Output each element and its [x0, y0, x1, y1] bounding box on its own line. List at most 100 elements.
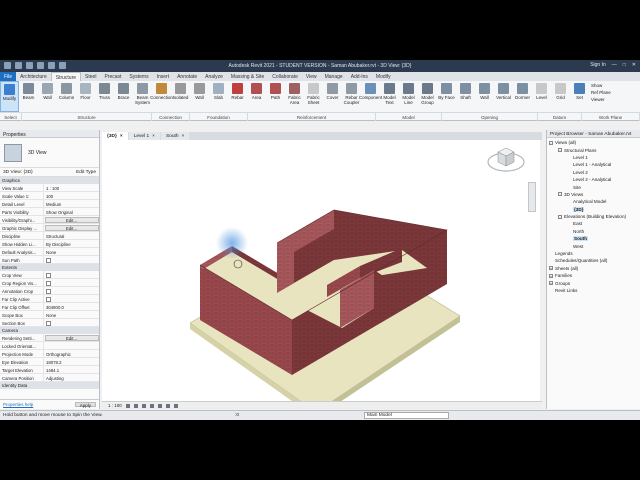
browser-node[interactable]: Revit Links	[549, 287, 638, 294]
expand-icon[interactable]: +	[549, 281, 553, 286]
checkbox[interactable]	[46, 257, 51, 263]
sun-path-icon[interactable]	[141, 403, 146, 408]
tab-modify[interactable]: Modify	[372, 72, 395, 81]
beam-button[interactable]: Beam	[19, 81, 38, 112]
property-value[interactable]: Orthographic	[44, 350, 99, 357]
tab-collaborate[interactable]: Collaborate	[268, 72, 302, 81]
model-line-button[interactable]: Model Line	[399, 81, 418, 112]
property-value[interactable]	[44, 287, 99, 294]
browser-node[interactable]: Schedules/Quantities (all)	[549, 257, 638, 264]
collapse-icon[interactable]: -	[549, 140, 553, 145]
view-scale[interactable]: 1 : 100	[108, 403, 122, 408]
property-value[interactable]	[44, 256, 99, 263]
edit-button[interactable]: Edit...	[44, 334, 99, 341]
close-icon[interactable]: ×	[152, 134, 155, 139]
checkbox[interactable]	[46, 320, 51, 326]
tab-add-ins[interactable]: Add-Ins	[347, 72, 372, 81]
cover-button[interactable]: Cover	[323, 81, 342, 112]
wall-button[interactable]: Wall	[38, 81, 57, 112]
checkbox[interactable]	[46, 272, 51, 278]
3d-view-canvas[interactable]	[102, 140, 540, 418]
browser-node[interactable]: North	[549, 228, 638, 235]
tab-analyze[interactable]: Analyze	[201, 72, 227, 81]
grid-button[interactable]: Grid	[551, 81, 570, 112]
instance-filter[interactable]: 3D View: {3D}	[3, 170, 33, 175]
apply-button[interactable]: Apply	[74, 402, 96, 408]
collapse-icon[interactable]: -	[558, 192, 562, 197]
crop-view-icon[interactable]	[157, 403, 162, 408]
property-value[interactable]: 100	[44, 192, 99, 199]
edit-button[interactable]: Edit...	[44, 216, 99, 223]
property-value[interactable]: None	[44, 311, 99, 318]
tab-architecture[interactable]: Architecture	[16, 72, 51, 81]
browser-node[interactable]: {3D}	[549, 206, 638, 213]
work-plane-show[interactable]: Show	[591, 83, 611, 88]
property-value[interactable]: By Discipline	[44, 240, 99, 247]
area-rebar-button[interactable]: Area	[247, 81, 266, 112]
view-tab[interactable]: Level 1 ×	[128, 132, 160, 140]
browser-node[interactable]: Site	[549, 183, 638, 190]
tab-structure[interactable]: Structure	[50, 72, 82, 81]
tab-insert[interactable]: Insert	[153, 72, 174, 81]
shadows-icon[interactable]	[149, 403, 154, 408]
properties-help-link[interactable]: Properties help	[3, 402, 33, 407]
wall-opening-button[interactable]: Wall	[475, 81, 494, 112]
navigation-bar[interactable]	[528, 182, 536, 212]
fabric-area-button[interactable]: Fabric Area	[285, 81, 304, 112]
browser-node[interactable]: East	[549, 220, 638, 227]
browser-node[interactable]: - Elevations (Building Elevation)	[549, 213, 638, 220]
checkbox[interactable]	[46, 288, 51, 294]
truss-button[interactable]: Truss	[95, 81, 114, 112]
property-value[interactable]: 1484.1	[44, 366, 99, 373]
property-value[interactable]: Adjusting	[44, 374, 99, 381]
property-value[interactable]	[44, 295, 99, 302]
level-button[interactable]: Level	[532, 81, 551, 112]
browser-node[interactable]: + Families	[549, 272, 638, 279]
browser-node[interactable]: Level 1 - Analytical	[549, 161, 638, 168]
browser-node[interactable]: South	[549, 235, 638, 242]
visual-style-icon[interactable]	[133, 403, 138, 408]
expand-icon[interactable]: +	[549, 266, 553, 271]
model-group-button[interactable]: Model Group	[418, 81, 437, 112]
property-value[interactable]	[44, 271, 99, 278]
close-icon[interactable]: ×	[182, 134, 185, 139]
connection-button[interactable]: Connection	[150, 81, 173, 112]
rebar-button[interactable]: Rebar	[228, 81, 247, 112]
property-value[interactable]	[44, 279, 99, 286]
view-tab[interactable]: South ×	[160, 132, 190, 140]
maximize-button[interactable]: □	[623, 62, 626, 68]
section-identity-data[interactable]: Identity Data	[0, 382, 99, 389]
browser-node[interactable]: Level 2 - Analytical	[549, 176, 638, 183]
property-value[interactable]: Show Original	[44, 208, 99, 215]
work-plane-viewer[interactable]: Viewer	[591, 97, 611, 102]
browser-node[interactable]: + Groups	[549, 279, 638, 286]
section-graphics[interactable]: Graphics	[0, 177, 99, 184]
isolated-footing-button[interactable]: Isolated	[171, 81, 190, 112]
collapse-icon[interactable]: -	[558, 214, 562, 219]
wall-footing-button[interactable]: Wall	[190, 81, 209, 112]
browser-node[interactable]: -3D Views	[549, 191, 638, 198]
browser-node[interactable]: + Sheets (all)	[549, 265, 638, 272]
fabric-sheet-button[interactable]: Fabric Sheet	[304, 81, 323, 112]
browser-node[interactable]: - Structural Plans	[549, 146, 638, 153]
component-button[interactable]: Component	[359, 81, 382, 112]
type-selector[interactable]: 3D View	[0, 138, 99, 168]
set-button[interactable]: Set	[570, 81, 589, 112]
view-tab[interactable]: {3D} ×	[102, 132, 128, 140]
work-plane-ref-plane[interactable]: Ref Plane	[591, 90, 611, 95]
checkbox[interactable]	[46, 280, 51, 286]
property-value[interactable]: 304800.0	[44, 303, 99, 310]
property-value[interactable]: Medium	[44, 200, 99, 207]
browser-node[interactable]: Legends	[549, 250, 638, 257]
browser-node[interactable]: Level 2	[549, 169, 638, 176]
edit-type-button[interactable]: Edit Type	[76, 170, 96, 175]
tab-view[interactable]: View	[302, 72, 321, 81]
column-button[interactable]: Column	[57, 81, 76, 112]
tab-precast[interactable]: Precast	[100, 72, 125, 81]
design-option-field[interactable]: Main Model	[364, 412, 450, 419]
section-extents[interactable]: Extents	[0, 264, 99, 271]
dormer-button[interactable]: Dormer	[513, 81, 532, 112]
brace-button[interactable]: Brace	[114, 81, 133, 112]
edit-button[interactable]: Edit...	[44, 224, 99, 231]
close-icon[interactable]: ×	[120, 134, 123, 139]
